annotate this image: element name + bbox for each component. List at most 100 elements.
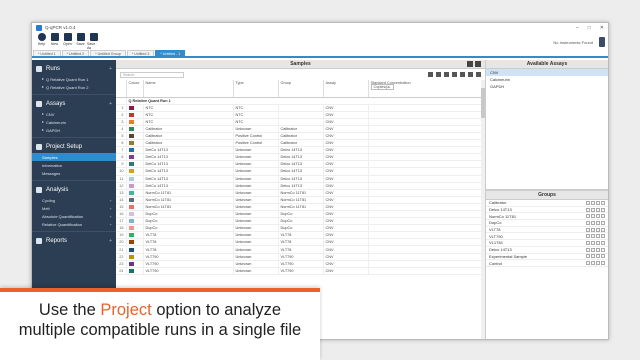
- remove-icon[interactable]: [591, 227, 595, 232]
- sidebar-item-information[interactable]: Information: [32, 161, 116, 169]
- row-number[interactable]: 1: [116, 104, 127, 112]
- color-swatch-box[interactable]: [128, 119, 134, 124]
- sample-assay[interactable]: CNV: [323, 210, 369, 219]
- add-icon[interactable]: [586, 247, 590, 252]
- sample-type[interactable]: Unknown: [233, 203, 279, 212]
- color-swatch-box[interactable]: [128, 190, 134, 195]
- sample-type[interactable]: Unknown: [233, 125, 279, 133]
- color-swatch[interactable]: [126, 267, 144, 275]
- sample-type[interactable]: Positive Control: [233, 139, 279, 148]
- conc-unit-select[interactable]: Copies/µL: [370, 84, 394, 90]
- col-name[interactable]: Name: [143, 80, 234, 98]
- table-row[interactable]: 12 DelCo 14T13 Unknown Delco 14T13 CNV: [116, 182, 485, 190]
- row-number[interactable]: 4: [116, 125, 127, 133]
- sidebar-section-analysis[interactable]: Analysis: [32, 184, 116, 196]
- add-icon[interactable]: [586, 214, 590, 219]
- color-swatch[interactable]: [126, 196, 144, 204]
- group-list-item[interactable]: DupCo: [486, 220, 608, 227]
- sample-type[interactable]: Unknown: [233, 160, 279, 169]
- table-row[interactable]: 5 Calibrator Positive Control Calibrator CNV: [116, 132, 485, 141]
- sample-group[interactable]: DupCo: [278, 217, 324, 226]
- sample-concentration[interactable]: [368, 196, 485, 204]
- sample-group[interactable]: [278, 118, 324, 126]
- color-swatch[interactable]: [126, 104, 144, 112]
- remove-icon[interactable]: [591, 234, 595, 239]
- sample-assay[interactable]: CNV: [323, 167, 369, 176]
- sample-type[interactable]: Unknown: [233, 253, 279, 261]
- sample-concentration[interactable]: [368, 238, 485, 247]
- sample-group[interactable]: VLT78: [278, 245, 324, 254]
- sample-group[interactable]: VLT790: [278, 260, 324, 268]
- sample-concentration[interactable]: [368, 160, 485, 169]
- table-row[interactable]: 19 VLT78 Unknown VLT78 CNV: [116, 231, 485, 240]
- sample-concentration[interactable]: [368, 182, 485, 190]
- col-standard-concentration[interactable]: Standard Concentration Copies/µL: [368, 80, 485, 98]
- sample-name[interactable]: DupCo: [143, 210, 234, 219]
- sample-name[interactable]: DelCo 14T13: [143, 153, 234, 162]
- table-row[interactable]: 17 DupCo Unknown DupCo CNV: [116, 217, 485, 226]
- move-up-icon[interactable]: [596, 220, 600, 225]
- sample-group[interactable]: NormCo 11T81: [278, 189, 324, 197]
- sample-group[interactable]: NormCo 11T81: [278, 196, 324, 204]
- color-swatch[interactable]: [126, 175, 144, 183]
- sample-group[interactable]: Delco 14T13: [278, 182, 324, 190]
- add-icon[interactable]: [586, 254, 590, 259]
- color-swatch[interactable]: [126, 217, 144, 226]
- col-colour[interactable]: Colour: [126, 80, 144, 98]
- row-number[interactable]: 13: [116, 189, 127, 197]
- sample-group[interactable]: NormCo 11T81: [278, 203, 324, 212]
- sample-assay[interactable]: CNV: [323, 104, 369, 112]
- sample-concentration[interactable]: [368, 210, 485, 219]
- sample-group[interactable]: VLT78: [278, 231, 324, 240]
- sample-group[interactable]: Delco 14T13: [278, 153, 324, 162]
- sample-assay[interactable]: CNV: [323, 132, 369, 141]
- row-number[interactable]: 6: [116, 139, 127, 148]
- color-swatch[interactable]: [126, 118, 144, 126]
- group-list-item[interactable]: VL1T81: [486, 240, 608, 247]
- tab-untitled-active[interactable]: * Untitled - 1: [155, 50, 186, 56]
- tab-untitled-1[interactable]: * Untitled 1: [33, 50, 61, 56]
- row-number[interactable]: 14: [116, 196, 127, 204]
- tab-untitled-3[interactable]: * Untitled 3: [126, 50, 155, 56]
- sample-name[interactable]: VLT790: [143, 253, 234, 261]
- table-row[interactable]: 4 Calibrator Unknown Calibrator CNV: [116, 125, 485, 133]
- sample-assay[interactable]: CNV: [323, 217, 369, 226]
- sidebar-item-assay-calcineurin[interactable]: Calcineurin: [32, 118, 116, 126]
- color-swatch[interactable]: [126, 189, 144, 197]
- row-number[interactable]: 7: [116, 146, 127, 155]
- move-down-icon[interactable]: [601, 234, 605, 239]
- sidebar-item-cycling[interactable]: Cycling +: [32, 196, 116, 204]
- search-input[interactable]: Search: [120, 71, 184, 78]
- sample-type[interactable]: Unknown: [233, 153, 279, 162]
- table-row[interactable]: 23 VLT790 Unknown VLT790 CNV: [116, 260, 485, 268]
- color-swatch-box[interactable]: [128, 141, 134, 146]
- group-list-item[interactable]: Delco 14T13: [486, 207, 608, 214]
- table-row[interactable]: 3 NTC NTC CNV: [116, 118, 485, 126]
- sample-name[interactable]: DelCo 14T13: [143, 182, 234, 190]
- row-number[interactable]: 2: [116, 111, 127, 119]
- sample-concentration[interactable]: [368, 253, 485, 261]
- color-swatch-box[interactable]: [128, 183, 134, 188]
- scrollbar-thumb[interactable]: [481, 88, 485, 118]
- sample-group[interactable]: Delco 14T13: [278, 167, 324, 176]
- color-swatch[interactable]: [126, 210, 144, 219]
- sidebar-item-messages[interactable]: Messages: [32, 169, 116, 177]
- sample-name[interactable]: Calibrator: [143, 132, 234, 141]
- sample-assay[interactable]: CNV: [323, 238, 369, 247]
- sample-name[interactable]: DelCo 14T13: [143, 175, 234, 183]
- sidebar-item-assay-gapdh[interactable]: GAPDH: [32, 126, 116, 134]
- grid-icon[interactable]: [467, 61, 473, 67]
- sample-group[interactable]: Delco 14T13: [278, 175, 324, 183]
- assay-item-cnv[interactable]: CNV: [486, 69, 608, 76]
- sample-type[interactable]: Unknown: [233, 146, 279, 155]
- sample-name[interactable]: DupCo: [143, 224, 234, 233]
- color-swatch[interactable]: [126, 245, 144, 254]
- save-as-button[interactable]: Save As: [87, 33, 100, 50]
- move-down-icon[interactable]: [601, 207, 605, 212]
- remove-icon[interactable]: [591, 254, 595, 259]
- sidebar-item-assay-cnv[interactable]: CNV: [32, 110, 116, 118]
- move-down-icon[interactable]: [601, 261, 605, 266]
- sample-group[interactable]: [278, 104, 324, 112]
- group-list-item[interactable]: VLT790: [486, 233, 608, 241]
- sample-concentration[interactable]: [368, 245, 485, 254]
